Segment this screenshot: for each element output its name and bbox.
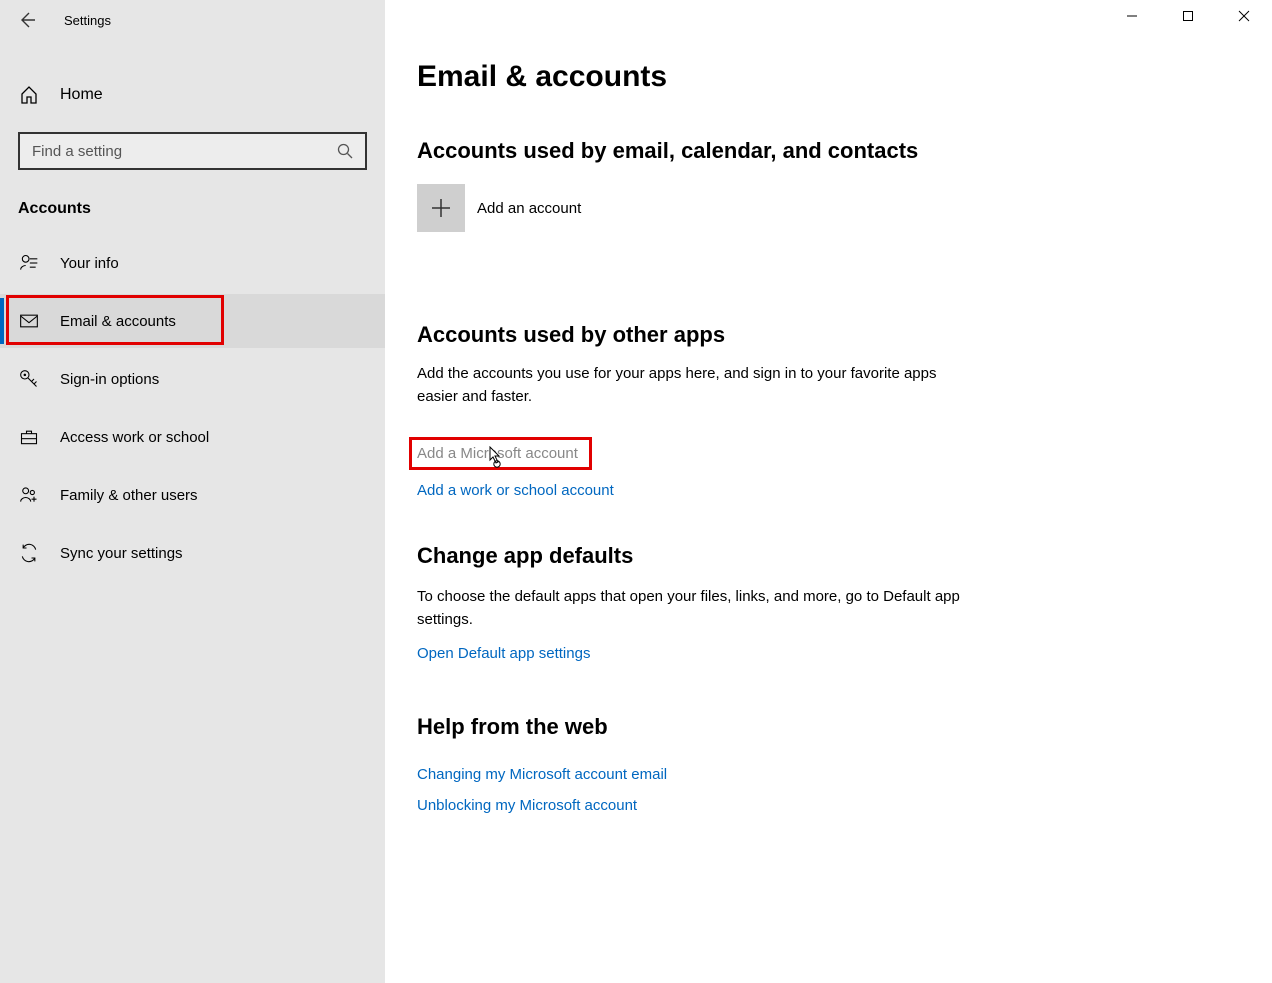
add-microsoft-account-label: Add a Microsoft account [417,445,578,462]
help-link-change-email[interactable]: Changing my Microsoft account email [417,766,667,783]
add-account-label: Add an account [477,200,581,217]
close-button[interactable] [1216,0,1272,32]
section-heading-email: Accounts used by email, calendar, and co… [417,138,1240,164]
sidebar-item-email-accounts[interactable]: Email & accounts [0,294,385,348]
home-button[interactable]: Home [0,68,385,122]
add-account-button[interactable]: Add an account [417,184,581,232]
plus-icon [417,184,465,232]
section-heading-help: Help from the web [417,714,1240,740]
sidebar-item-label: Sync your settings [60,545,183,562]
titlebar: Settings [0,0,385,40]
minimize-button[interactable] [1104,0,1160,32]
user-info-icon [18,253,40,273]
section-heading-other-apps: Accounts used by other apps [417,322,1240,348]
add-microsoft-account-link[interactable]: Add a Microsoft account [417,445,578,462]
sidebar-item-label: Family & other users [60,487,198,504]
back-icon[interactable] [18,11,36,29]
maximize-button[interactable] [1160,0,1216,32]
home-icon [18,85,40,105]
window-controls [1104,0,1272,32]
settings-sidebar: Settings Home Accounts Your info Email & [0,0,385,983]
briefcase-icon [18,427,40,447]
sidebar-item-your-info[interactable]: Your info [0,236,385,290]
add-work-school-link[interactable]: Add a work or school account [417,482,614,499]
people-icon [18,485,40,505]
section-heading-app-defaults: Change app defaults [417,543,1240,569]
section-app-defaults-desc: To choose the default apps that open you… [417,585,977,632]
category-label: Accounts [18,200,385,218]
section-other-apps-desc: Add the accounts you use for your apps h… [417,362,977,409]
sidebar-item-access-work-school[interactable]: Access work or school [0,410,385,464]
sidebar-item-sync-settings[interactable]: Sync your settings [0,526,385,580]
sync-icon [18,543,40,563]
key-icon [18,369,40,389]
open-default-app-settings-link[interactable]: Open Default app settings [417,645,590,662]
search-box[interactable] [18,132,367,170]
sidebar-item-label: Sign-in options [60,371,159,388]
search-icon [325,143,365,159]
sidebar-item-sign-in-options[interactable]: Sign-in options [0,352,385,406]
sidebar-item-label: Access work or school [60,429,209,446]
sidebar-item-label: Email & accounts [60,313,176,330]
search-input[interactable] [20,143,325,160]
mail-icon [18,311,40,331]
page-title: Email & accounts [417,60,1240,94]
app-title: Settings [64,13,111,28]
help-link-unblock-account[interactable]: Unblocking my Microsoft account [417,797,637,814]
home-label: Home [60,86,103,104]
sidebar-item-label: Your info [60,255,119,272]
sidebar-item-family-other-users[interactable]: Family & other users [0,468,385,522]
content-area: Email & accounts Accounts used by email,… [385,0,1272,983]
search-container [18,132,367,170]
